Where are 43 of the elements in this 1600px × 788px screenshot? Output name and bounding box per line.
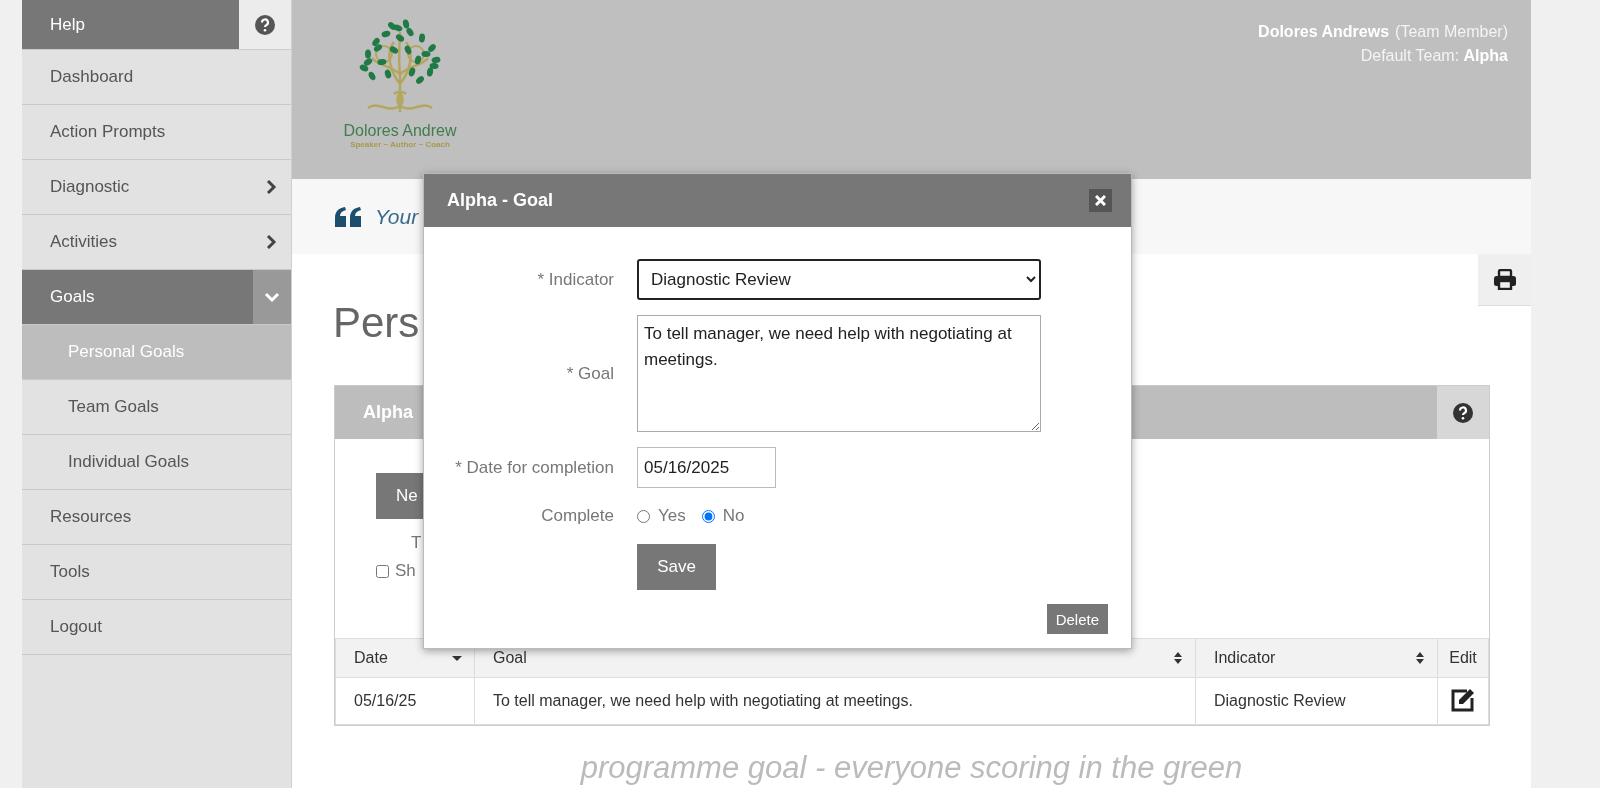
table-cell: Diagnostic Review bbox=[1195, 677, 1438, 725]
edit-icon bbox=[1449, 686, 1477, 712]
panel-title: Alpha bbox=[362, 402, 414, 423]
close-button[interactable] bbox=[1089, 189, 1112, 212]
logo-name: Dolores Andrew bbox=[343, 122, 457, 140]
checkbox-label: Sh bbox=[395, 561, 416, 581]
column-header[interactable]: Goal bbox=[493, 649, 527, 667]
team-name: Alpha bbox=[1463, 47, 1508, 64]
field-label: * Date for completion bbox=[454, 457, 614, 478]
help-menu-item[interactable]: Help bbox=[22, 0, 291, 50]
column-header[interactable]: Indicator bbox=[1214, 649, 1276, 667]
footer-slogan: programme goal - everyone scoring in the green bbox=[579, 750, 1244, 786]
dialog-title: Alpha - Goal bbox=[447, 190, 553, 211]
table-cell: To tell manager, we need help with negotiating at meetings. bbox=[474, 677, 1196, 725]
print-button[interactable] bbox=[1478, 254, 1531, 306]
help-icon bbox=[1453, 402, 1473, 423]
radio-button[interactable] bbox=[637, 509, 650, 523]
date-field[interactable]: 05/16/2025 bbox=[637, 447, 776, 488]
help-icon bbox=[255, 14, 275, 35]
help-button[interactable] bbox=[1437, 386, 1489, 439]
indicator-select[interactable]: Diagnostic Review bbox=[637, 259, 1041, 300]
column-header[interactable]: Date bbox=[354, 649, 388, 667]
quote-text: Your bbox=[375, 204, 419, 229]
edit-button[interactable] bbox=[1449, 686, 1477, 712]
quote-icon bbox=[335, 206, 361, 227]
note-text: T bbox=[411, 533, 423, 553]
radio-button[interactable] bbox=[701, 509, 715, 523]
goal-field[interactable]: To tell manager, we need help with negotiating at meetings. bbox=[637, 315, 1041, 432]
printer-icon bbox=[1493, 269, 1516, 290]
save-button[interactable]: Save bbox=[637, 544, 716, 590]
field-label: * Goal bbox=[565, 363, 614, 384]
logo-tagline: Speaker ~ Author ~ Coach bbox=[350, 140, 450, 149]
radio-label: No bbox=[722, 506, 745, 526]
field-label: * Indicator bbox=[536, 269, 614, 290]
checkbox[interactable] bbox=[376, 564, 389, 578]
user-name: Dolores Andrews bbox=[1258, 23, 1390, 40]
delete-button[interactable]: Delete bbox=[1046, 604, 1108, 634]
field-label: Complete bbox=[540, 506, 614, 526]
table-cell: 05/16/25 bbox=[335, 677, 475, 725]
page-title: Pers bbox=[333, 300, 420, 347]
close-icon bbox=[1095, 195, 1106, 206]
radio-label: Yes bbox=[658, 506, 686, 526]
menu-item[interactable]: Goals bbox=[22, 270, 291, 325]
